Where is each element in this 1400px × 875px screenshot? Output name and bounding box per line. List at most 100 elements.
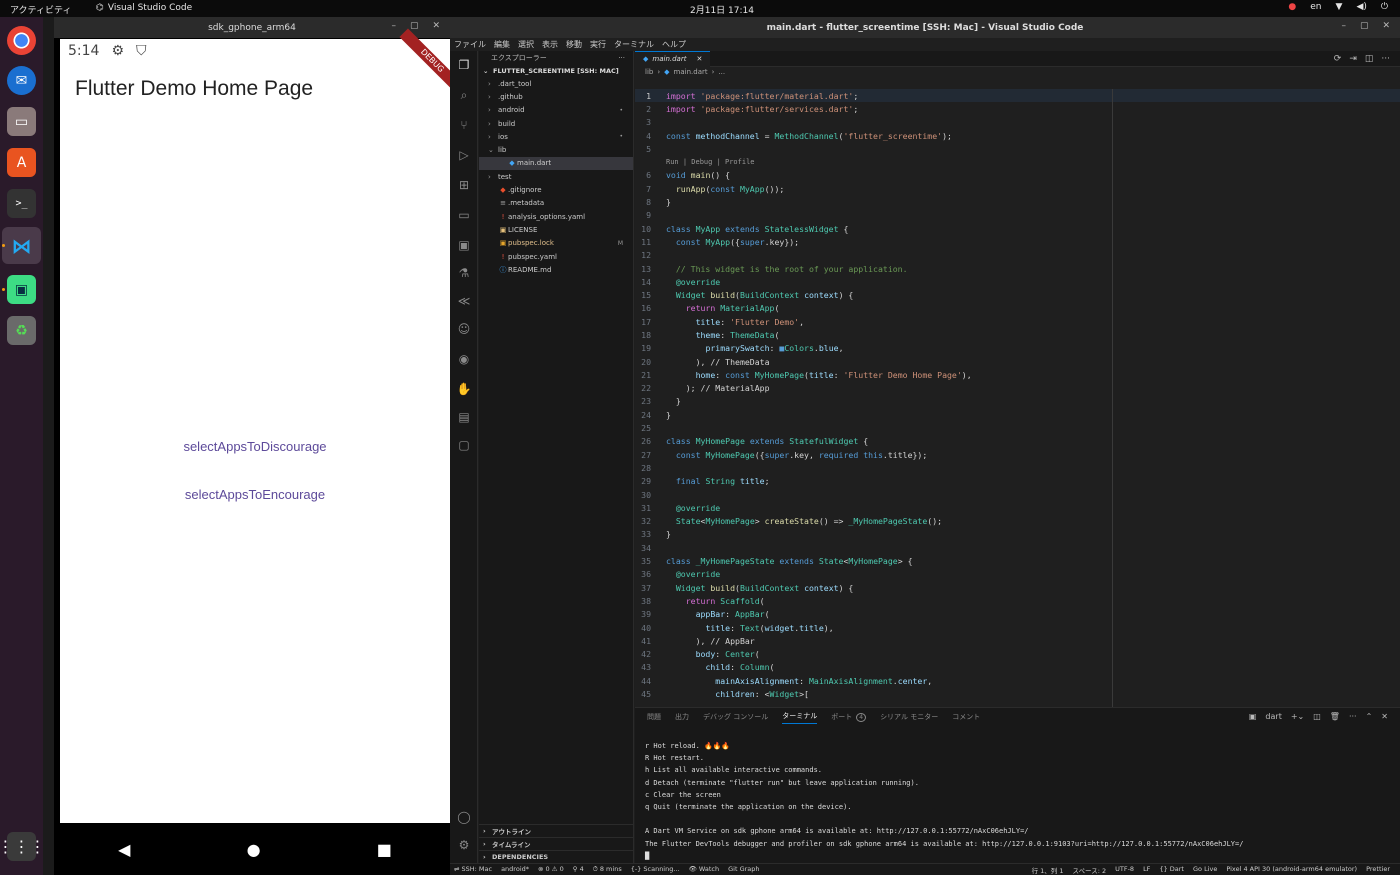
recents-icon[interactable]: ■ — [377, 840, 392, 859]
more-actions-icon[interactable]: ··· — [618, 54, 625, 62]
docker-icon[interactable]: ✋ — [456, 381, 472, 397]
copilot-icon[interactable]: ☺ — [456, 321, 472, 337]
tree-item-lib[interactable]: ⌄ lib — [479, 143, 633, 156]
panel-tab[interactable]: コメント — [952, 712, 980, 722]
menu-item[interactable]: 選択 — [518, 39, 534, 50]
menu-item[interactable]: 表示 — [542, 39, 558, 50]
status-item[interactable]: Go Live — [1193, 865, 1217, 875]
back-icon[interactable]: ◀ — [118, 840, 130, 859]
status-item[interactable]: スペース: 2 — [1072, 865, 1106, 875]
maximize-panel-icon[interactable]: ⌃ — [1366, 712, 1373, 721]
status-item[interactable]: ⏱ 8 mins — [593, 865, 622, 874]
panel-tab[interactable]: シリアル モニター — [880, 712, 938, 722]
clock[interactable]: 2月11日 17:14 — [690, 3, 754, 16]
show-apps-icon[interactable]: ⋮⋮⋮ — [0, 832, 46, 861]
android-studio-icon[interactable]: ▣ — [7, 275, 36, 304]
files-icon[interactable]: ▭ — [7, 107, 36, 136]
maximize-icon[interactable]: ▢ — [410, 21, 419, 31]
status-item[interactable]: Pixel 4 API 30 (android-arm64 emulator) — [1226, 865, 1357, 875]
more-actions-icon[interactable]: ··· — [1349, 712, 1357, 721]
select-apps-to-encourage-button[interactable]: selectAppsToEncourage — [60, 487, 450, 502]
more-actions-icon[interactable]: ··· — [1381, 54, 1390, 64]
run-icon[interactable]: ⟳ — [1334, 54, 1342, 64]
maximize-icon[interactable]: ▢ — [1360, 21, 1369, 31]
kill-terminal-icon[interactable]: 🗑 — [1330, 712, 1340, 721]
breadcrumb-item[interactable]: lib — [645, 68, 653, 76]
close-panel-icon[interactable]: ✕ — [1381, 712, 1388, 721]
panel-tab[interactable]: ポート 4 — [831, 712, 867, 722]
testing-icon[interactable]: ⚗ — [456, 265, 472, 281]
tree-item-readme-md[interactable]: ⓘ README.md — [479, 263, 633, 276]
status-item[interactable]: 行 1、列 1 — [1032, 865, 1064, 875]
panel-tab[interactable]: ターミナル — [782, 711, 818, 724]
open-changes-icon[interactable]: ⇥ — [1349, 54, 1357, 64]
breadcrumb-item[interactable]: main.dart — [674, 68, 708, 76]
menu-item[interactable]: 編集 — [494, 39, 510, 50]
remote-explorer-icon[interactable]: ▭ — [456, 207, 472, 223]
panel-tab[interactable]: デバッグ コンソール — [703, 712, 768, 722]
run-debug-icon[interactable]: ▷ — [456, 147, 472, 163]
home-icon[interactable]: ● — [247, 840, 261, 859]
menu-item[interactable]: ターミナル — [614, 39, 654, 50]
workspace-root[interactable]: ⌄ FLUTTER_SCREENTIME [SSH: MAC] — [479, 65, 633, 77]
dependencies-section[interactable]: › DEPENDENCIES — [479, 850, 634, 863]
tree-item-analysis-options-yaml[interactable]: ! analysis_options.yaml — [479, 210, 633, 223]
vscode-titlebar[interactable]: main.dart - flutter_screentime [SSH: Mac… — [450, 17, 1400, 38]
account-icon[interactable]: ◯ — [456, 809, 472, 825]
emulator-titlebar[interactable]: sdk_gphone_arm64 – ▢ ✕ — [54, 17, 450, 38]
tree-item-ios[interactable]: › ios • — [479, 130, 633, 143]
status-item[interactable]: Prettier — [1366, 865, 1390, 875]
codelens[interactable]: Run | Debug | Profile — [635, 155, 1400, 168]
tab-main-dart[interactable]: ◆ main.dart ✕ — [635, 50, 711, 67]
power-icon[interactable]: ⏻ — [1381, 2, 1388, 12]
tree-item-build[interactable]: › build — [479, 117, 633, 130]
github-icon[interactable]: ◉ — [456, 351, 472, 367]
close-tab-icon[interactable]: ✕ — [696, 55, 702, 63]
close-icon[interactable]: ✕ — [432, 21, 440, 31]
tree-item--github[interactable]: › .github — [479, 90, 633, 103]
tree-item-android[interactable]: › android • — [479, 104, 633, 117]
manage-gear-icon[interactable]: ⚙ — [456, 837, 472, 853]
trash-icon[interactable]: ♻ — [7, 316, 36, 345]
flutter-icon[interactable]: ≪ — [456, 293, 472, 309]
language-indicator[interactable]: en — [1310, 2, 1321, 12]
terminal-name[interactable]: dart — [1265, 712, 1281, 721]
app-center-icon[interactable]: A — [7, 148, 36, 177]
status-item[interactable]: UTF-8 — [1115, 865, 1134, 875]
device-icon[interactable]: ▣ — [456, 237, 472, 253]
volume-icon[interactable]: ◀) — [1356, 2, 1366, 12]
outline-section[interactable]: › アウトライン — [479, 824, 634, 837]
vscode-icon[interactable]: ⋈ — [7, 231, 36, 260]
system-tray[interactable]: ● en ▼ ◀) ⏻ — [1288, 2, 1388, 12]
close-icon[interactable]: ✕ — [1382, 21, 1390, 31]
tree-item-main-dart[interactable]: ◆ main.dart — [479, 156, 633, 171]
search-icon[interactable]: ⌕ — [456, 87, 472, 103]
status-item[interactable]: {} Dart — [1159, 865, 1184, 875]
extensions-icon[interactable]: ⊞ — [456, 177, 472, 193]
panel-tab[interactable]: 問題 — [647, 712, 661, 722]
new-terminal-icon[interactable]: +⌄ — [1291, 712, 1304, 721]
status-item[interactable]: LF — [1143, 865, 1150, 875]
source-control-icon[interactable]: ⑂ — [456, 117, 472, 133]
status-item[interactable]: Git Graph — [728, 865, 759, 874]
terminal-icon[interactable]: >_ — [7, 189, 36, 218]
minimize-icon[interactable]: – — [1341, 21, 1346, 31]
explorer-icon[interactable]: ❐ — [456, 57, 472, 73]
status-item[interactable]: ⊗ 0 ⚠ 0 — [538, 865, 564, 874]
chrome-icon[interactable] — [7, 26, 36, 55]
focused-app-menu[interactable]: ⌬ Visual Studio Code — [96, 3, 192, 13]
thunderbird-icon[interactable]: ✉ — [7, 66, 36, 95]
tree-item-license[interactable]: ▣ LICENSE — [479, 223, 633, 236]
tree-item-test[interactable]: › test — [479, 170, 633, 183]
terminal-output[interactable]: r Hot reload. 🔥🔥🔥 R Hot restart. h List al… — [645, 742, 1243, 864]
timeline-section[interactable]: › タイムライン — [479, 837, 634, 850]
activities-button[interactable]: アクティビティ — [10, 3, 71, 16]
minimize-icon[interactable]: – — [391, 21, 396, 31]
tree-item--gitignore[interactable]: ◆ .gitignore — [479, 183, 633, 196]
status-item[interactable]: android* — [501, 865, 529, 874]
menu-item[interactable]: 実行 — [590, 39, 606, 50]
panel-tab[interactable]: 出力 — [675, 712, 689, 722]
status-item[interactable]: ⚲ 4 — [573, 865, 584, 874]
remote-indicator[interactable]: ⇌ SSH: Mac — [454, 865, 492, 874]
status-item[interactable]: {-} Scanning... — [631, 865, 680, 874]
